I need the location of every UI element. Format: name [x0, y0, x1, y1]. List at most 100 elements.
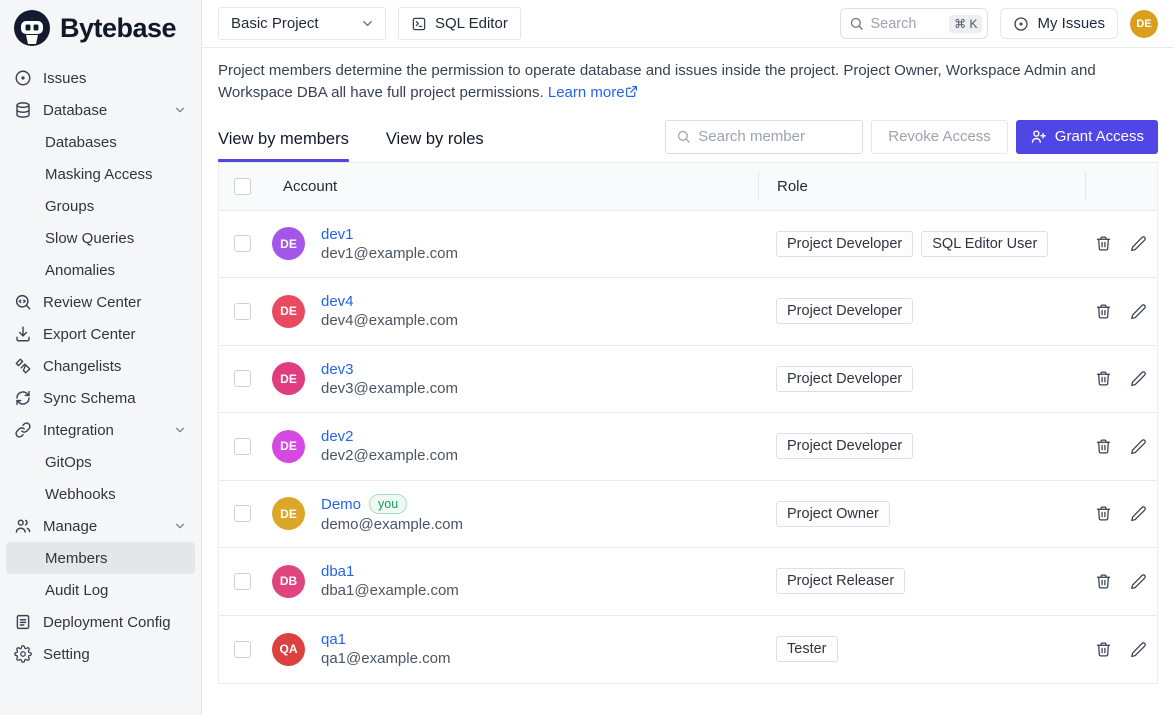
edit-member-button[interactable]	[1130, 370, 1147, 387]
pencil-ruler-icon	[14, 357, 32, 375]
sidebar-item-slow-queries[interactable]: Slow Queries	[6, 222, 195, 254]
sidebar-item-label: Databases	[45, 134, 117, 151]
sidebar-item-label: Webhooks	[45, 486, 116, 503]
sidebar-item-deployment-config[interactable]: Deployment Config	[6, 606, 195, 638]
row-checkbox[interactable]	[234, 438, 251, 455]
sidebar-item-webhooks[interactable]: Webhooks	[6, 478, 195, 510]
column-header-account: Account	[265, 172, 758, 200]
row-checkbox[interactable]	[234, 370, 251, 387]
edit-member-button[interactable]	[1130, 438, 1147, 455]
table-row: DE dev1 dev1@example.com Project Develop…	[219, 211, 1157, 279]
delete-member-button[interactable]	[1095, 438, 1112, 455]
delete-member-button[interactable]	[1095, 641, 1112, 658]
sidebar-item-label: Anomalies	[45, 262, 115, 279]
edit-member-button[interactable]	[1130, 235, 1147, 252]
member-name-link[interactable]: dev2	[321, 428, 354, 445]
sidebar-item-label: Issues	[43, 70, 86, 87]
revoke-access-button[interactable]: Revoke Access	[871, 120, 1008, 154]
sidebar-item-label: Database	[43, 102, 107, 119]
logo[interactable]: Bytebase	[0, 0, 201, 56]
view-tabs: View by members View by roles	[218, 130, 484, 162]
circle-dot-icon	[1013, 16, 1029, 32]
member-email: dev4@example.com	[321, 312, 458, 329]
sidebar-item-sync-schema[interactable]: Sync Schema	[6, 382, 195, 414]
sidebar-item-members[interactable]: Members	[6, 542, 195, 574]
user-avatar[interactable]: DE	[1130, 10, 1158, 38]
sidebar-item-label: Sync Schema	[43, 390, 136, 407]
delete-member-button[interactable]	[1095, 370, 1112, 387]
delete-member-button[interactable]	[1095, 505, 1112, 522]
description-text: Project members determine the permission…	[218, 62, 1096, 101]
row-checkbox[interactable]	[234, 303, 251, 320]
sidebar-item-databases[interactable]: Databases	[6, 126, 195, 158]
chevron-down-icon	[173, 103, 187, 117]
grant-access-button[interactable]: Grant Access	[1016, 120, 1158, 154]
edit-member-button[interactable]	[1130, 573, 1147, 590]
sidebar-item-database[interactable]: Database	[6, 94, 195, 126]
role-badge: Project Developer	[776, 433, 913, 459]
my-issues-button[interactable]: My Issues	[1000, 8, 1118, 39]
sidebar-item-manage[interactable]: Manage	[6, 510, 195, 542]
member-name-link[interactable]: dev4	[321, 293, 354, 310]
row-checkbox[interactable]	[234, 573, 251, 590]
sidebar-item-audit-log[interactable]: Audit Log	[6, 574, 195, 606]
learn-more-link[interactable]: Learn more	[548, 84, 625, 101]
row-checkbox[interactable]	[234, 641, 251, 658]
sidebar-item-changelists[interactable]: Changelists	[6, 350, 195, 382]
link-icon	[14, 421, 32, 439]
row-checkbox[interactable]	[234, 505, 251, 522]
grant-access-label: Grant Access	[1055, 128, 1144, 145]
sidebar-item-masking-access[interactable]: Masking Access	[6, 158, 195, 190]
member-name-link[interactable]: dev3	[321, 361, 354, 378]
delete-member-button[interactable]	[1095, 573, 1112, 590]
member-email: dev1@example.com	[321, 245, 458, 262]
member-name-link[interactable]: dev1	[321, 226, 354, 243]
search-member-input[interactable]: Search member	[665, 120, 863, 154]
sidebar-item-label: Deployment Config	[43, 614, 171, 631]
sidebar-item-groups[interactable]: Groups	[6, 190, 195, 222]
sidebar-item-label: GitOps	[45, 454, 92, 471]
file-lines-icon	[14, 613, 32, 631]
sidebar-item-review-center[interactable]: Review Center	[6, 286, 195, 318]
edit-member-button[interactable]	[1130, 303, 1147, 320]
role-badge: Project Owner	[776, 501, 890, 527]
column-header-actions	[1085, 172, 1157, 200]
tab-view-by-roles[interactable]: View by roles	[386, 130, 484, 162]
sidebar-item-gitops[interactable]: GitOps	[6, 446, 195, 478]
sidebar-item-label: Changelists	[43, 358, 121, 375]
users-icon	[14, 517, 32, 535]
role-badge: SQL Editor User	[921, 231, 1048, 257]
global-search-input[interactable]: Search ⌘ K	[840, 8, 988, 39]
sql-editor-button[interactable]: SQL Editor	[398, 7, 521, 40]
column-header-role: Role	[758, 172, 1085, 200]
sidebar-item-export-center[interactable]: Export Center	[6, 318, 195, 350]
member-email: demo@example.com	[321, 516, 463, 533]
role-badge: Project Developer	[776, 298, 913, 324]
project-select[interactable]: Basic Project	[218, 7, 386, 40]
sidebar-item-integration[interactable]: Integration	[6, 414, 195, 446]
bytebase-app: Bytebase Issues Database Databases Maski…	[0, 0, 1174, 715]
sidebar-item-label: Masking Access	[45, 166, 153, 183]
sidebar-item-anomalies[interactable]: Anomalies	[6, 254, 195, 286]
sidebar-item-label: Audit Log	[45, 582, 108, 599]
avatar: DE	[272, 362, 305, 395]
edit-member-button[interactable]	[1130, 505, 1147, 522]
review-center-icon	[14, 293, 32, 311]
role-badge: Project Developer	[776, 366, 913, 392]
delete-member-button[interactable]	[1095, 235, 1112, 252]
member-name-link[interactable]: qa1	[321, 631, 346, 648]
select-all-checkbox[interactable]	[234, 178, 251, 195]
member-name-link[interactable]: Demo	[321, 496, 361, 513]
tab-view-by-members[interactable]: View by members	[218, 130, 349, 162]
member-name-link[interactable]: dba1	[321, 563, 354, 580]
sidebar-item-issues[interactable]: Issues	[6, 62, 195, 94]
members-page: Project members determine the permission…	[202, 48, 1174, 715]
project-select-value: Basic Project	[231, 15, 319, 32]
topbar: Basic Project SQL Editor Search ⌘ K My I…	[202, 0, 1174, 48]
row-checkbox[interactable]	[234, 235, 251, 252]
database-icon	[14, 101, 32, 119]
edit-member-button[interactable]	[1130, 641, 1147, 658]
delete-member-button[interactable]	[1095, 303, 1112, 320]
members-table: Account Role DE dev1 dev1@example.com	[218, 162, 1158, 685]
sidebar-item-setting[interactable]: Setting	[6, 638, 195, 670]
